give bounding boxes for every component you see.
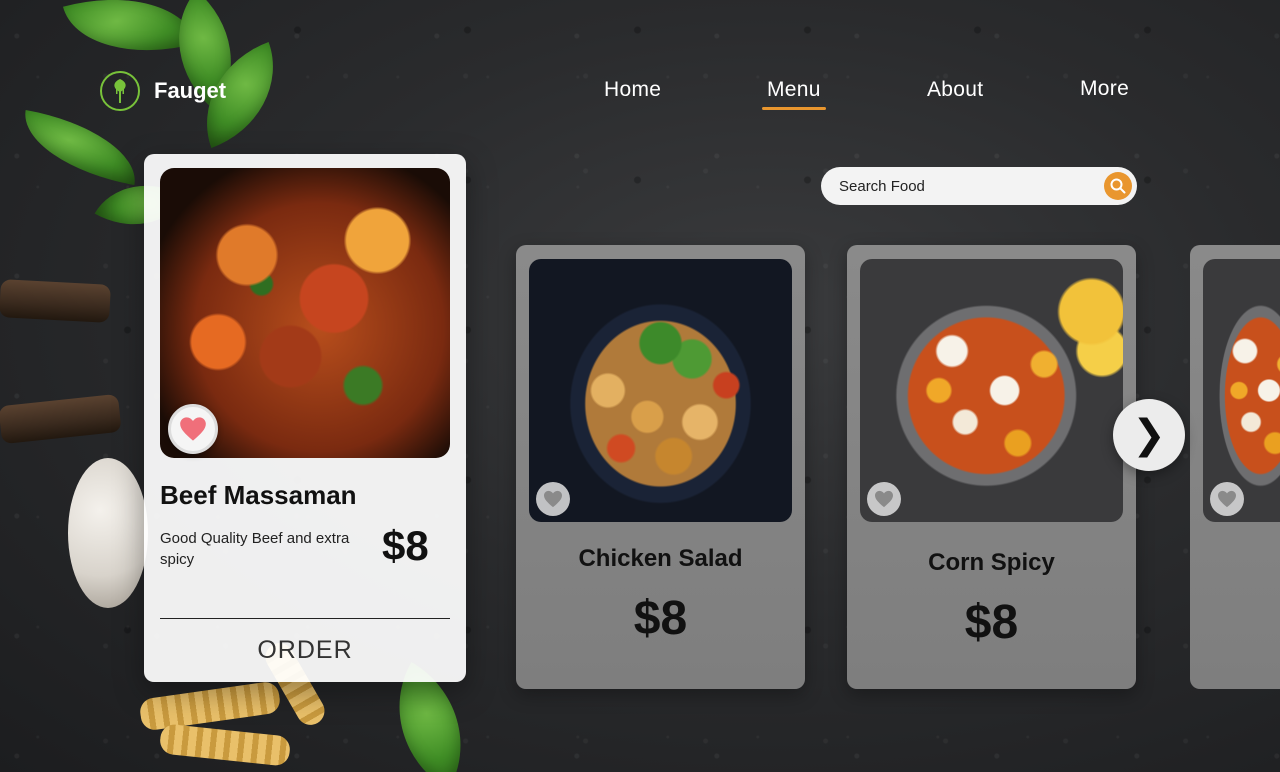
featured-food-card: Beef Massaman Good Quality Beef and extr… [144, 154, 466, 682]
food-image [1203, 259, 1280, 522]
food-title: Beef Massaman [160, 480, 357, 510]
search-icon [1110, 178, 1126, 194]
favorite-button[interactable] [867, 482, 901, 516]
nav-item-menu[interactable]: Menu [762, 78, 826, 110]
heart-icon [875, 490, 893, 508]
search-bar [821, 167, 1137, 205]
main-nav: Home Menu About More [0, 77, 1280, 118]
divider [160, 618, 450, 619]
nav-item-more[interactable]: More [1080, 77, 1129, 101]
chevron-right-icon: ❯ [1132, 412, 1166, 458]
favorite-button[interactable] [1210, 482, 1244, 516]
food-price: $8 [382, 522, 429, 569]
product-card[interactable]: Corn Spicy $8 [847, 245, 1136, 689]
nav-item-about[interactable]: About [927, 78, 983, 102]
food-image [529, 259, 792, 522]
heart-icon [180, 417, 206, 441]
carousel-next-button[interactable]: ❯ [1113, 399, 1185, 471]
product-card-partial[interactable] [1190, 245, 1280, 689]
food-image [860, 259, 1123, 522]
food-title: Chicken Salad [578, 545, 743, 572]
decorative-garlic [68, 458, 148, 608]
search-input[interactable] [839, 177, 1089, 195]
food-description: Good Quality Beef and extra spicy [160, 530, 350, 568]
product-card[interactable]: Chicken Salad $8 [516, 245, 805, 689]
heart-icon [544, 490, 562, 508]
nav-item-home[interactable]: Home [604, 78, 661, 102]
food-title: Corn Spicy [928, 549, 1055, 576]
heart-icon [1218, 490, 1236, 508]
favorite-button[interactable] [536, 482, 570, 516]
food-price: $8 [633, 592, 688, 645]
favorite-button[interactable] [168, 404, 218, 454]
decorative-knife-handle [0, 279, 111, 323]
search-button[interactable] [1104, 172, 1132, 200]
order-button[interactable]: ORDER [160, 630, 450, 670]
food-price: $8 [964, 596, 1019, 649]
